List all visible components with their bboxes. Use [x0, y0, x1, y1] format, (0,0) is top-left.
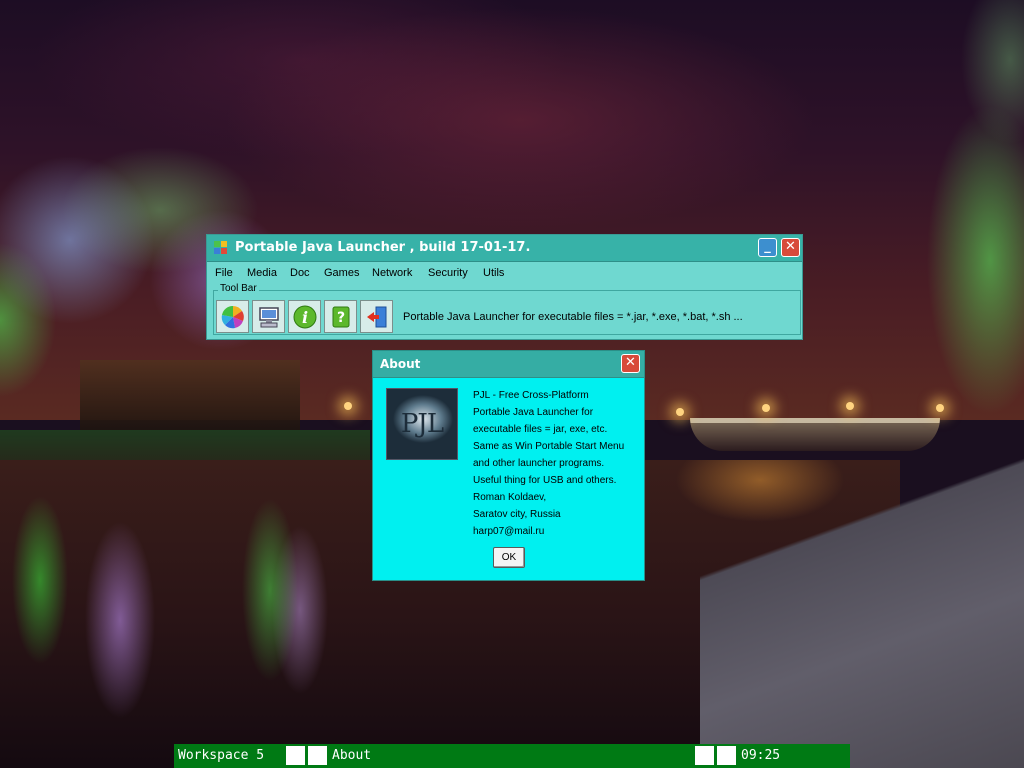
about-email: harp07@mail.ru: [473, 526, 545, 537]
close-button[interactable]: ✕: [781, 238, 800, 257]
about-line: Saratov city, Russia: [473, 509, 561, 520]
help-tool-button[interactable]: ?: [324, 300, 357, 333]
tool-bar-label: Tool Bar: [218, 283, 259, 294]
about-line: and other launcher programs.: [473, 458, 605, 469]
launcher-titlebar[interactable]: Portable Java Launcher , build 17-01-17.…: [207, 235, 802, 262]
close-icon: ✕: [785, 239, 796, 254]
about-title: About: [380, 357, 421, 371]
help-icon: ?: [332, 306, 349, 327]
computer-icon: [258, 306, 279, 327]
tray-box[interactable]: [717, 746, 736, 765]
about-close-button[interactable]: ✕: [621, 354, 640, 373]
wallpaper-building: [80, 360, 300, 430]
close-icon: ✕: [625, 355, 636, 370]
minimize-button[interactable]: _: [758, 238, 777, 257]
wallpaper-promenade: [700, 440, 1024, 768]
ok-button[interactable]: OK: [493, 547, 525, 568]
wallpaper-lamp: [762, 404, 770, 412]
wallpaper-lamp: [846, 402, 854, 410]
menu-doc[interactable]: Doc: [290, 267, 310, 279]
menu-bar: File Media Doc Games Network Security Ut…: [207, 262, 802, 284]
wallpaper-lamp: [936, 404, 944, 412]
wallpaper-trees-right: [880, 0, 1024, 460]
wallpaper-lamp: [344, 402, 352, 410]
app-grid-icon: [214, 241, 228, 255]
menu-security[interactable]: Security: [428, 267, 468, 279]
workspace-label[interactable]: Workspace 5: [178, 748, 264, 763]
minimize-icon: _: [764, 239, 771, 254]
tool-bar-description: Portable Java Launcher for executable fi…: [403, 311, 743, 323]
about-line: executable files = jar, exe, etc.: [473, 424, 608, 435]
tool-bar: Tool Bar i ? Portable Java Launcher for …: [213, 283, 801, 335]
wallpaper-bridge: [690, 418, 940, 451]
pjl-logo: PJL: [386, 388, 458, 460]
about-line: Same as Win Portable Start Menu: [473, 441, 625, 452]
about-dialog: About ✕ PJL PJL - Free Cross-Platform Po…: [372, 350, 645, 581]
about-line: PJL - Free Cross-Platform: [473, 390, 589, 401]
taskbar-clock: 09:25: [741, 748, 781, 763]
about-text: PJL - Free Cross-Platform Portable Java …: [473, 387, 624, 540]
workspace-switch-box[interactable]: [286, 746, 305, 765]
launcher-title: Portable Java Launcher , build 17-01-17.: [235, 240, 531, 255]
menu-media[interactable]: Media: [247, 267, 277, 279]
menu-network[interactable]: Network: [372, 267, 412, 279]
exit-tool-button[interactable]: [360, 300, 393, 333]
launcher-window: Portable Java Launcher , build 17-01-17.…: [206, 234, 803, 340]
exit-door-icon: [366, 306, 386, 327]
info-icon: i: [293, 305, 316, 328]
taskbar-active-window[interactable]: About: [332, 748, 371, 763]
computer-tool-button[interactable]: [252, 300, 285, 333]
pjl-logo-text: PJL: [400, 409, 444, 439]
svg-text:i: i: [301, 308, 307, 327]
about-line: Portable Java Launcher for: [473, 407, 594, 418]
pinwheel-icon: [221, 305, 244, 328]
menu-file[interactable]: File: [215, 267, 233, 279]
pinwheel-tool-button[interactable]: [216, 300, 249, 333]
about-line: Roman Koldaev,: [473, 492, 547, 503]
wallpaper-lamp: [676, 408, 684, 416]
menu-utils[interactable]: Utils: [483, 267, 504, 279]
tray-box[interactable]: [695, 746, 714, 765]
workspace-switch-box[interactable]: [308, 746, 327, 765]
about-titlebar[interactable]: About ✕: [373, 351, 644, 378]
taskbar: Workspace 5 About 09:25: [174, 744, 850, 768]
info-tool-button[interactable]: i: [288, 300, 321, 333]
menu-games[interactable]: Games: [324, 267, 359, 279]
svg-text:?: ?: [336, 310, 344, 326]
about-line: Useful thing for USB and others.: [473, 475, 617, 486]
